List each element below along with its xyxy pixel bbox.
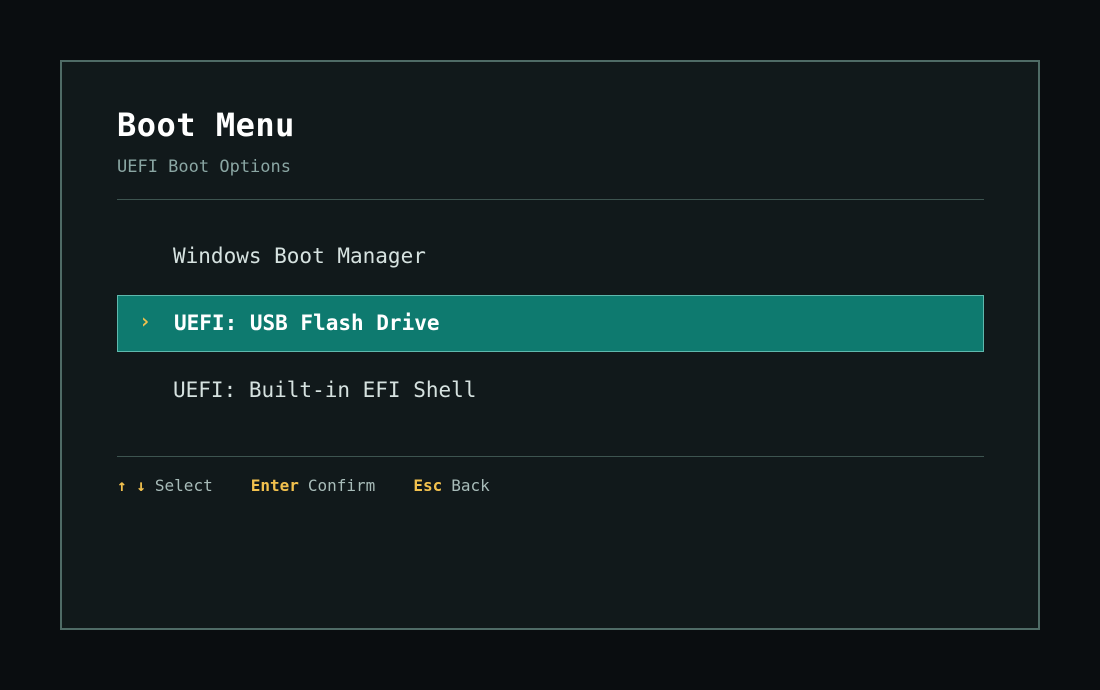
boot-option-label: UEFI: Built-in EFI Shell — [173, 378, 477, 402]
boot-options-list: Windows Boot Manager › UEFI: USB Flash D… — [117, 228, 984, 429]
page-subtitle: UEFI Boot Options — [117, 157, 291, 177]
boot-option-label: Windows Boot Manager — [173, 244, 426, 268]
chevron-right-icon: › — [139, 309, 152, 333]
boot-option-efi-shell[interactable]: UEFI: Built-in EFI Shell — [117, 362, 984, 419]
hint-confirm: Enter Confirm — [251, 476, 376, 495]
boot-menu-panel: Boot Menu UEFI Boot Options Windows Boot… — [60, 60, 1040, 630]
enter-key: Enter — [250, 476, 299, 495]
top-divider — [117, 199, 984, 200]
boot-option-usb-flash-drive[interactable]: › UEFI: USB Flash Drive — [117, 295, 984, 352]
page-title: Boot Menu — [117, 106, 295, 144]
bottom-divider — [117, 456, 984, 457]
arrow-keys-icon: ↑ ↓ — [117, 476, 146, 495]
hint-select: ↑ ↓ Select — [117, 476, 213, 495]
boot-option-windows-boot-manager[interactable]: Windows Boot Manager — [117, 228, 984, 285]
key-hints: ↑ ↓ Select Enter Confirm Esc Back — [117, 476, 528, 495]
hint-back-label: Back — [451, 476, 490, 495]
hint-confirm-label: Confirm — [307, 476, 376, 495]
hint-select-label: Select — [154, 476, 213, 495]
boot-option-label: UEFI: USB Flash Drive — [174, 311, 440, 335]
esc-key: Esc — [413, 476, 443, 495]
hint-back: Esc Back — [413, 476, 489, 495]
